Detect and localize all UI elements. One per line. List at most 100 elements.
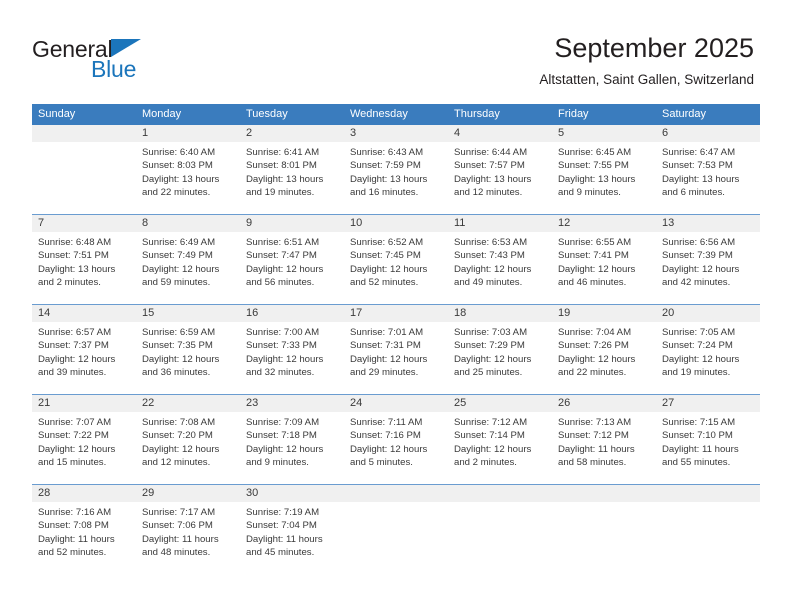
day-details: Sunrise: 7:11 AM Sunset: 7:16 PM Daylight:… — [344, 412, 448, 469]
calendar-day-cell[interactable]: 11 Sunrise: 6:53 AM Sunset: 7:43 PM Dayligh… — [448, 215, 552, 304]
day-details: Sunrise: 7:15 AM Sunset: 7:10 PM Daylight:… — [656, 412, 760, 469]
calendar-day-cell[interactable]: 25 Sunrise: 7:12 AM Sunset: 7:14 PM Dayligh… — [448, 395, 552, 484]
calendar-grid: Sunday Monday Tuesday Wednesday Thursday Frid… — [32, 104, 760, 571]
detail-sunrise: Sunrise: 6:52 AM — [350, 237, 424, 248]
calendar-day-cell[interactable]: 15 Sunrise: 6:59 AM Sunset: 7:35 PM Dayligh… — [136, 305, 240, 394]
detail-sunset: Sunset: 7:10 PM — [662, 430, 733, 442]
calendar-day-cell[interactable]: 30 Sunrise: 7:19 AM Sunset: 7:04 PM Dayligh… — [240, 485, 344, 571]
calendar-day-cell[interactable]: 21 Sunrise: 7:07 AM Sunset: 7:22 PM Dayligh… — [32, 395, 136, 484]
detail-sunset: Sunset: 8:03 PM — [142, 160, 213, 172]
detail-daylight1: Daylight: 13 hours — [350, 173, 428, 185]
calendar-day-cell[interactable]: 26 Sunrise: 7:13 AM Sunset: 7:12 PM Dayligh… — [552, 395, 656, 484]
detail-daylight1: Daylight: 12 hours — [246, 353, 324, 365]
day-details: Sunrise: 6:51 AM Sunset: 7:47 PM Daylight:… — [240, 232, 344, 289]
calendar-day-cell[interactable]: 19 Sunrise: 7:04 AM Sunset: 7:26 PM Dayligh… — [552, 305, 656, 394]
detail-daylight2: and 12 minutes. — [454, 186, 523, 198]
day-number: 29 — [136, 485, 240, 502]
detail-sunrise: Sunrise: 7:17 AM — [142, 507, 216, 518]
calendar-day-cell[interactable]: 3 Sunrise: 6:43 AM Sunset: 7:59 PM Daylight… — [344, 125, 448, 214]
day-number: 12 — [552, 215, 656, 232]
day-details: Sunrise: 6:40 AM Sunset: 8:03 PM Daylight:… — [136, 142, 240, 199]
detail-daylight1: Daylight: 13 hours — [142, 173, 220, 185]
calendar-day-cell[interactable]: 20 Sunrise: 7:05 AM Sunset: 7:24 PM Dayligh… — [656, 305, 760, 394]
day-number — [448, 485, 552, 502]
day-number: 27 — [656, 395, 760, 412]
detail-sunset: Sunset: 7:33 PM — [246, 340, 317, 352]
day-details: Sunrise: 7:07 AM Sunset: 7:22 PM Daylight:… — [32, 412, 136, 469]
detail-sunrise: Sunrise: 7:11 AM — [350, 417, 423, 428]
detail-daylight2: and 16 minutes. — [350, 186, 419, 198]
detail-daylight1: Daylight: 12 hours — [350, 263, 428, 275]
calendar-day-cell[interactable]: 23 Sunrise: 7:09 AM Sunset: 7:18 PM Dayligh… — [240, 395, 344, 484]
calendar-day-cell[interactable]: 22 Sunrise: 7:08 AM Sunset: 7:20 PM Dayligh… — [136, 395, 240, 484]
day-details: Sunrise: 6:55 AM Sunset: 7:41 PM Daylight:… — [552, 232, 656, 289]
calendar-day-cell[interactable]: 4 Sunrise: 6:44 AM Sunset: 7:57 PM Daylight… — [448, 125, 552, 214]
day-details: Sunrise: 6:45 AM Sunset: 7:55 PM Daylight:… — [552, 142, 656, 199]
day-details: Sunrise: 7:16 AM Sunset: 7:08 PM Daylight:… — [32, 502, 136, 559]
day-number — [32, 125, 136, 142]
detail-sunset: Sunset: 7:04 PM — [246, 520, 317, 532]
day-details: Sunrise: 7:03 AM Sunset: 7:29 PM Daylight:… — [448, 322, 552, 379]
calendar-day-cell[interactable]: 5 Sunrise: 6:45 AM Sunset: 7:55 PM Daylight… — [552, 125, 656, 214]
calendar-day-cell[interactable]: 10 Sunrise: 6:52 AM Sunset: 7:45 PM Dayligh… — [344, 215, 448, 304]
detail-daylight2: and 42 minutes. — [662, 276, 731, 288]
detail-sunrise: Sunrise: 6:59 AM — [142, 327, 216, 338]
calendar-day-cell[interactable]: 9 Sunrise: 6:51 AM Sunset: 7:47 PM Daylight… — [240, 215, 344, 304]
calendar-day-cell[interactable]: 27 Sunrise: 7:15 AM Sunset: 7:10 PM Dayligh… — [656, 395, 760, 484]
detail-sunrise: Sunrise: 6:53 AM — [454, 237, 528, 248]
calendar-day-cell[interactable]: 14 Sunrise: 6:57 AM Sunset: 7:37 PM Dayligh… — [32, 305, 136, 394]
day-number: 7 — [32, 215, 136, 232]
detail-daylight2: and 25 minutes. — [454, 366, 523, 378]
calendar-week-row: 7 Sunrise: 6:48 AM Sunset: 7:51 PM Daylight… — [32, 214, 760, 304]
calendar-day-cell[interactable]: 8 Sunrise: 6:49 AM Sunset: 7:49 PM Daylight… — [136, 215, 240, 304]
calendar-day-cell[interactable]: 28 Sunrise: 7:16 AM Sunset: 7:08 PM Dayligh… — [32, 485, 136, 571]
day-number: 10 — [344, 215, 448, 232]
detail-daylight2: and 22 minutes. — [558, 366, 627, 378]
detail-sunrise: Sunrise: 7:01 AM — [350, 327, 424, 338]
calendar-day-cell[interactable]: 17 Sunrise: 7:01 AM Sunset: 7:31 PM Dayligh… — [344, 305, 448, 394]
detail-daylight1: Daylight: 12 hours — [662, 353, 740, 365]
detail-daylight1: Daylight: 12 hours — [246, 263, 324, 275]
day-number: 24 — [344, 395, 448, 412]
calendar-day-cell[interactable]: 2 Sunrise: 6:41 AM Sunset: 8:01 PM Daylight… — [240, 125, 344, 214]
calendar-page: General Blue September 2025 Altstatten, … — [0, 0, 792, 612]
detail-sunset: Sunset: 7:29 PM — [454, 340, 525, 352]
page-title: September 2025 — [554, 33, 754, 63]
calendar-day-cell[interactable]: 6 Sunrise: 6:47 AM Sunset: 7:53 PM Daylight… — [656, 125, 760, 214]
calendar-day-cell[interactable]: 18 Sunrise: 7:03 AM Sunset: 7:29 PM Dayligh… — [448, 305, 552, 394]
calendar-day-cell[interactable]: 13 Sunrise: 6:56 AM Sunset: 7:39 PM Dayligh… — [656, 215, 760, 304]
calendar-day-cell[interactable]: 12 Sunrise: 6:55 AM Sunset: 7:41 PM Dayligh… — [552, 215, 656, 304]
day-number: 13 — [656, 215, 760, 232]
detail-daylight2: and 58 minutes. — [558, 456, 627, 468]
day-number: 18 — [448, 305, 552, 322]
day-number: 17 — [344, 305, 448, 322]
calendar-day-cell[interactable]: 7 Sunrise: 6:48 AM Sunset: 7:51 PM Daylight… — [32, 215, 136, 304]
detail-sunrise: Sunrise: 6:48 AM — [38, 237, 112, 248]
detail-sunset: Sunset: 7:24 PM — [662, 340, 733, 352]
day-number: 1 — [136, 125, 240, 142]
detail-sunset: Sunset: 7:57 PM — [454, 160, 525, 172]
detail-sunrise: Sunrise: 6:47 AM — [662, 147, 736, 158]
detail-sunset: Sunset: 7:08 PM — [38, 520, 109, 532]
detail-sunrise: Sunrise: 7:16 AM — [38, 507, 112, 518]
calendar-day-cell[interactable]: 29 Sunrise: 7:17 AM Sunset: 7:06 PM Dayligh… — [136, 485, 240, 571]
page-header: General Blue September 2025 Altstatten, … — [0, 0, 792, 104]
detail-daylight2: and 59 minutes. — [142, 276, 211, 288]
calendar-day-cell[interactable]: 16 Sunrise: 7:00 AM Sunset: 7:33 PM Dayligh… — [240, 305, 344, 394]
title-block: September 2025 Altstatten, Saint Gallen,… — [539, 32, 754, 90]
detail-sunrise: Sunrise: 7:07 AM — [38, 417, 112, 428]
calendar-day-cell-empty — [448, 485, 552, 571]
detail-daylight1: Daylight: 12 hours — [38, 353, 116, 365]
calendar-day-cell[interactable]: 1 Sunrise: 6:40 AM Sunset: 8:03 PM Daylight… — [136, 125, 240, 214]
day-details: Sunrise: 6:53 AM Sunset: 7:43 PM Daylight:… — [448, 232, 552, 289]
calendar-day-cell[interactable]: 24 Sunrise: 7:11 AM Sunset: 7:16 PM Dayligh… — [344, 395, 448, 484]
day-number: 20 — [656, 305, 760, 322]
detail-daylight1: Daylight: 12 hours — [558, 263, 636, 275]
detail-sunrise: Sunrise: 6:49 AM — [142, 237, 216, 248]
weekday-header-tuesday: Tuesday — [246, 108, 288, 120]
day-number: 16 — [240, 305, 344, 322]
general-blue-logo[interactable]: General Blue — [32, 36, 162, 82]
day-details: Sunrise: 6:47 AM Sunset: 7:53 PM Daylight:… — [656, 142, 760, 199]
weekday-header-friday: Friday — [558, 108, 589, 120]
detail-sunrise: Sunrise: 6:45 AM — [558, 147, 632, 158]
